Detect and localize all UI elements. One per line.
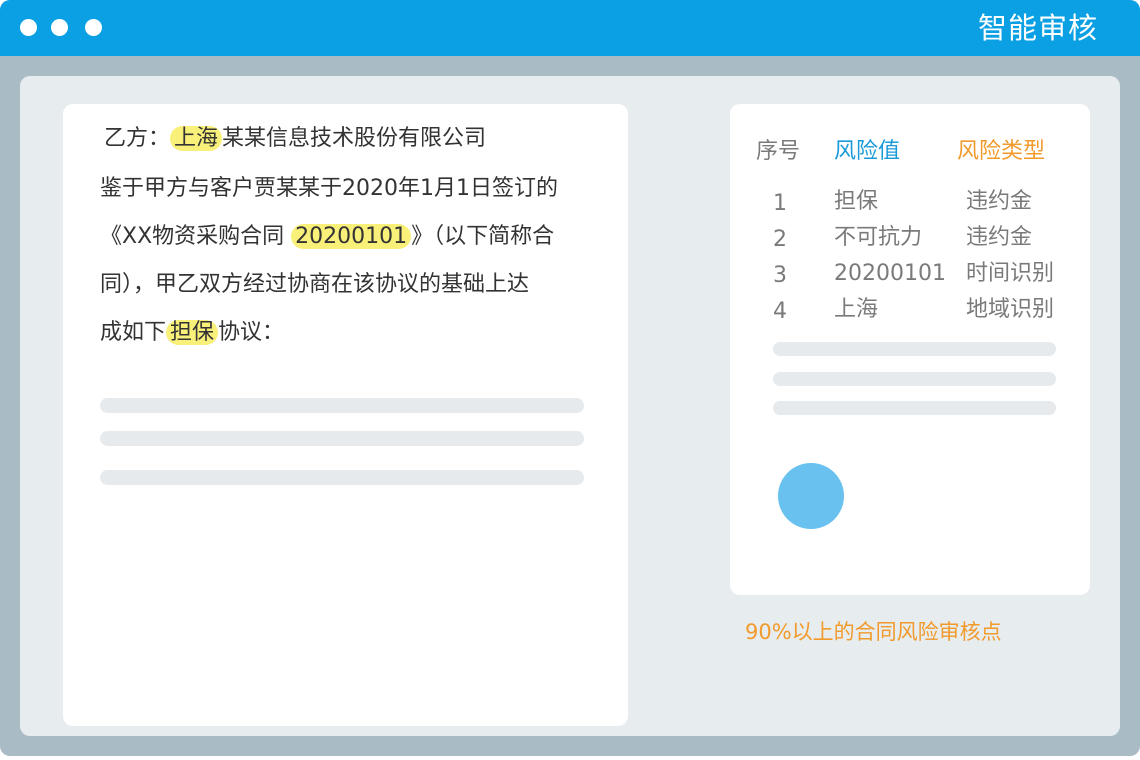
row-index: 2	[773, 227, 787, 252]
contract-line-5: 成如下 担保 协议：	[100, 318, 284, 348]
panel-placeholder-line	[773, 401, 1056, 415]
text-placeholder-line	[100, 470, 584, 485]
row-index: 4	[773, 299, 787, 324]
panel-placeholder-line	[773, 342, 1056, 356]
highlight-date[interactable]: 20200101	[291, 224, 412, 249]
row-index: 3	[773, 263, 787, 288]
panel-placeholder-line	[773, 372, 1056, 386]
header-index: 序号	[756, 139, 801, 164]
highlight-location[interactable]: 上海	[170, 126, 223, 151]
row-risk-type: 地域识别	[966, 297, 1055, 322]
contract-party-line: 乙方： 上海 某某信息技术股份有限公司	[104, 124, 486, 154]
app-title: 智能审核	[977, 11, 1098, 45]
contract-line-5-end: 协议：	[218, 320, 285, 345]
row-index: 1	[773, 191, 787, 216]
row-risk-type: 时间识别	[966, 261, 1055, 286]
highlight-guarantee[interactable]: 担保	[166, 320, 219, 345]
window-maximize-dot-icon[interactable]	[85, 19, 102, 36]
row-risk-type: 违约金	[966, 225, 1033, 250]
contract-line-3-end: 》（以下简称合	[411, 224, 555, 249]
party-prefix: 乙方：	[104, 126, 171, 151]
header-risk-type: 风险类型	[957, 139, 1046, 164]
feature-caption: 90%以上的合同风险审核点	[745, 620, 1002, 644]
text-placeholder-line	[100, 398, 584, 413]
row-risk-value: 20200101	[834, 261, 946, 286]
window-minimize-dot-icon[interactable]	[51, 19, 68, 36]
title-bar: 智能审核	[0, 0, 1140, 56]
contract-line-3: 《XX物资采购合同 20200101 》（以下简称合	[100, 222, 554, 252]
party-name: 某某信息技术股份有限公司	[222, 126, 487, 151]
row-risk-value: 不可抗力	[834, 225, 923, 250]
contract-line-2: 鉴于甲方与客户贾某某于2020年1月1日签订的	[100, 176, 558, 201]
row-risk-type: 违约金	[966, 189, 1033, 214]
contract-line-5-start: 成如下	[100, 320, 167, 345]
loading-circle-icon	[778, 463, 844, 529]
row-risk-value: 担保	[834, 189, 879, 214]
text-placeholder-line	[100, 431, 584, 446]
contract-line-3-start: 《XX物资采购合同	[100, 224, 292, 249]
contract-line-4: 同），甲乙双方经过协商在该协议的基础上达	[100, 272, 530, 297]
window-close-dot-icon[interactable]	[20, 19, 37, 36]
header-risk-value: 风险值	[834, 139, 901, 164]
row-risk-value: 上海	[834, 297, 879, 322]
